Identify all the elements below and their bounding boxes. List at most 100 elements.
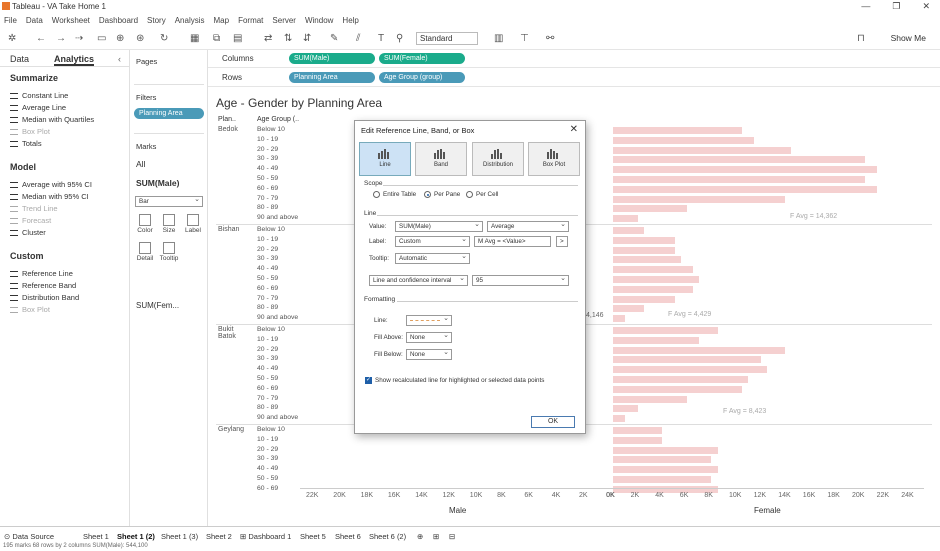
redo-icon[interactable]: → — [56, 33, 66, 44]
age-group-label[interactable]: 80 - 89 — [257, 404, 278, 411]
share-icon[interactable]: ⚯ — [546, 33, 554, 44]
new-sheet-icon[interactable]: ⊕ — [417, 532, 423, 541]
distribution-band-item[interactable]: Distribution Band — [10, 293, 79, 302]
pause-updates-icon[interactable]: ⊛ — [136, 33, 144, 44]
planning-area-label[interactable]: Bishan — [218, 226, 252, 233]
menu-format[interactable]: Format — [238, 14, 263, 27]
fill-above-select[interactable]: None — [406, 331, 452, 343]
interval-select[interactable]: Line and confidence interval — [369, 274, 468, 286]
tab-sheet-1-2[interactable]: Sheet 1 (2) — [117, 532, 155, 541]
tooltip-button[interactable]: Tooltip — [158, 242, 180, 262]
menu-help[interactable]: Help — [342, 14, 358, 27]
female-bar[interactable] — [613, 127, 743, 134]
minimize-icon[interactable]: — — [861, 1, 870, 12]
age-group-label[interactable]: Below 10 — [257, 126, 285, 133]
dialog-tab-line[interactable]: Line — [359, 142, 411, 176]
age-group-label[interactable]: 40 - 49 — [257, 165, 278, 172]
refresh-icon[interactable]: ↻ — [160, 33, 168, 44]
columns-pill-male[interactable]: SUM(Male) — [289, 53, 375, 64]
forecast-item[interactable]: Forecast — [10, 216, 51, 225]
swap-icon[interactable]: ⇄ — [264, 33, 272, 44]
size-button[interactable]: Size — [158, 214, 180, 234]
age-group-label[interactable]: 90 and above — [257, 414, 298, 421]
box-plot-item[interactable]: Box Plot — [10, 127, 50, 136]
age-group-label[interactable]: 70 - 79 — [257, 295, 278, 302]
ok-button[interactable]: OK — [531, 416, 575, 428]
line-format-select[interactable] — [406, 314, 452, 326]
average-ci-item[interactable]: Average with 95% CI — [10, 180, 92, 189]
age-group-label[interactable]: 60 - 69 — [257, 385, 278, 392]
menu-analysis[interactable]: Analysis — [175, 14, 205, 27]
new-story-icon[interactable]: ⊟ — [449, 532, 455, 541]
sort-descending-icon[interactable]: ⇵ — [303, 33, 311, 44]
age-group-label[interactable]: 10 - 19 — [257, 236, 278, 243]
female-bar[interactable] — [613, 376, 749, 383]
reference-band-item[interactable]: Reference Band — [10, 281, 76, 290]
columns-pill-female[interactable]: SUM(Female) — [379, 53, 465, 64]
tab-sheet-5[interactable]: Sheet 5 — [300, 532, 326, 541]
reference-line-item[interactable]: Reference Line — [10, 269, 73, 278]
age-group-label[interactable]: 50 - 59 — [257, 375, 278, 382]
age-group-label[interactable]: 70 - 79 — [257, 195, 278, 202]
female-bar[interactable] — [613, 436, 663, 444]
new-worksheet-icon[interactable]: ▦ — [190, 33, 199, 44]
custom-box-plot-item[interactable]: Box Plot — [10, 305, 50, 314]
tab-sheet-1-3[interactable]: Sheet 1 (3) — [161, 532, 198, 541]
new-data-source-icon[interactable]: ⊕ — [116, 33, 124, 44]
scope-per-cell-radio[interactable]: Per Cell — [466, 191, 498, 198]
header-age-group[interactable]: Age Group (.. — [257, 116, 299, 123]
menu-server[interactable]: Server — [272, 14, 296, 27]
filter-pill-planning-area[interactable]: Planning Area — [134, 108, 204, 119]
menu-window[interactable]: Window — [305, 14, 333, 27]
show-cards-icon[interactable]: ▥ — [494, 33, 503, 44]
tab-data[interactable]: Data — [10, 54, 29, 64]
detail-button[interactable]: Detail — [134, 242, 156, 262]
aggregation-select[interactable]: Average — [487, 220, 569, 232]
female-bar[interactable] — [613, 166, 878, 174]
female-bar[interactable] — [613, 215, 638, 223]
scope-per-pane-radio[interactable]: Per Pane — [424, 191, 460, 198]
mark-type-select[interactable]: Bar — [135, 195, 203, 207]
constant-line-item[interactable]: Constant Line — [10, 91, 68, 100]
female-bar[interactable] — [613, 276, 700, 283]
female-bar[interactable] — [613, 346, 786, 354]
scope-entire-table-radio[interactable]: Entire Table — [373, 191, 416, 198]
female-bar[interactable] — [613, 205, 687, 213]
age-group-label[interactable]: 60 - 69 — [257, 185, 278, 192]
confidence-select[interactable]: 95 — [472, 274, 569, 286]
fill-below-select[interactable]: None — [406, 348, 452, 360]
recalc-checkbox[interactable]: ✓ Show recalculated line for highlighted … — [365, 377, 544, 384]
age-group-label[interactable]: 20 - 29 — [257, 246, 278, 253]
age-group-label[interactable]: 10 - 19 — [257, 336, 278, 343]
menu-map[interactable]: Map — [214, 14, 230, 27]
rows-pill-planning-area[interactable]: Planning Area — [289, 72, 375, 83]
replay-icon[interactable]: ⇢ — [75, 33, 83, 44]
age-group-label[interactable]: 30 - 39 — [257, 355, 278, 362]
cluster-item[interactable]: Cluster — [10, 228, 46, 237]
tab-sheet-6[interactable]: Sheet 6 — [335, 532, 361, 541]
female-bar[interactable] — [613, 156, 866, 164]
dialog-tab-distribution[interactable]: Distribution — [472, 142, 524, 176]
female-bar[interactable] — [613, 136, 755, 144]
sort-ascending-icon[interactable]: ⇅ — [284, 33, 292, 44]
female-bar[interactable] — [613, 327, 718, 334]
age-group-label[interactable]: 80 - 89 — [257, 304, 278, 311]
age-group-label[interactable]: 50 - 59 — [257, 175, 278, 182]
menu-data[interactable]: Data — [26, 14, 43, 27]
close-icon[interactable]: ✕ — [922, 1, 930, 12]
dialog-tab-box-plot[interactable]: Box Plot — [528, 142, 580, 176]
menu-story[interactable]: Story — [147, 14, 166, 27]
female-bar[interactable] — [613, 395, 687, 403]
age-group-label[interactable]: 40 - 49 — [257, 465, 278, 472]
age-group-label[interactable]: 50 - 59 — [257, 475, 278, 482]
female-bar[interactable] — [613, 385, 743, 393]
age-group-label[interactable]: 30 - 39 — [257, 455, 278, 462]
labels-icon[interactable]: T — [378, 33, 384, 44]
age-group-label[interactable]: Below 10 — [257, 426, 285, 433]
planning-area-label[interactable]: Bedok — [218, 126, 252, 133]
age-group-label[interactable]: 40 - 49 — [257, 265, 278, 272]
female-bar[interactable] — [613, 176, 866, 183]
age-group-label[interactable]: 90 and above — [257, 214, 298, 221]
marks-sum-female[interactable]: SUM(Fem... — [136, 301, 179, 310]
female-bar[interactable] — [613, 415, 626, 423]
